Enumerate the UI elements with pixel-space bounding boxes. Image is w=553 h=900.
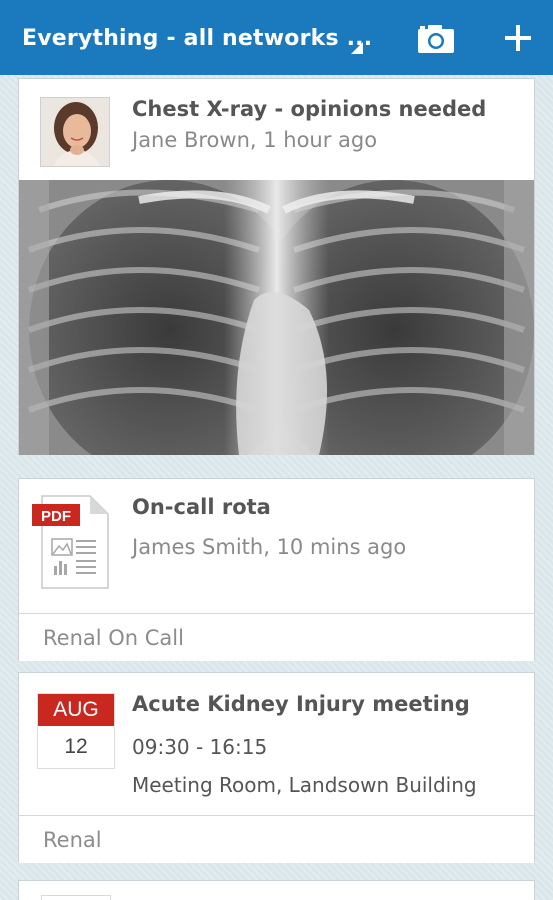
camera-icon[interactable] xyxy=(417,24,455,54)
chest-xray-image[interactable] xyxy=(19,180,534,455)
pdf-file-icon[interactable]: PDF xyxy=(32,494,110,590)
group-name[interactable]: Renal On Call xyxy=(43,626,184,650)
calendar-month: AUG xyxy=(38,694,114,726)
group-name[interactable]: Renal xyxy=(43,828,102,852)
network-selector-dropdown[interactable]: Everything - all networks ... xyxy=(22,22,372,54)
post-title[interactable]: On-call rota xyxy=(132,495,271,519)
post-title[interactable]: Chest X-ray - opinions needed xyxy=(132,97,486,121)
network-selector-label: Everything - all networks ... xyxy=(22,25,373,51)
event-title[interactable]: Acute Kidney Injury meeting xyxy=(132,692,470,716)
feed-item-event[interactable]: AUG 12 Acute Kidney Injury meeting 09:30… xyxy=(18,672,535,863)
calendar-day: 12 xyxy=(64,735,88,758)
calendar-icon: AUG 12 xyxy=(37,693,115,769)
card-footer[interactable]: Renal xyxy=(19,815,534,863)
feed-item-xray-post[interactable]: Chest X-ray - opinions needed Jane Brown… xyxy=(18,78,535,455)
feed-item-file-post[interactable]: PDF On-call rota James Smith, 10 mins ag… xyxy=(18,478,535,661)
avatar-photo xyxy=(41,98,109,166)
card-footer[interactable]: Renal On Call xyxy=(19,613,534,661)
post-author-time: James Smith, 10 mins ago xyxy=(132,535,407,559)
pdf-badge: PDF xyxy=(41,508,71,525)
top-app-bar: Everything - all networks ... xyxy=(0,0,553,75)
partial-thumbnail xyxy=(41,895,111,900)
post-author-time: Jane Brown, 1 hour ago xyxy=(132,128,378,152)
event-location: Meeting Room, Landsown Building xyxy=(132,773,477,797)
avatar[interactable] xyxy=(40,97,110,167)
dropdown-triangle-icon[interactable] xyxy=(351,42,363,54)
event-time: 09:30 - 16:15 xyxy=(132,735,268,759)
feed-item-partial[interactable] xyxy=(18,880,535,900)
plus-icon[interactable] xyxy=(502,22,534,54)
